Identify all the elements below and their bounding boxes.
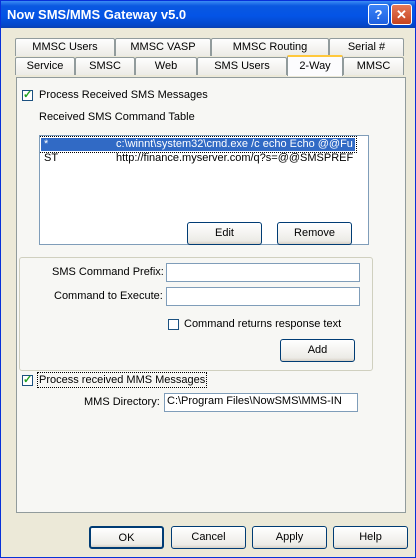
cancel-button[interactable]: Cancel bbox=[171, 526, 246, 549]
tab-sms-users[interactable]: SMS Users bbox=[197, 57, 287, 75]
process-mms-label: Process received MMS Messages bbox=[36, 372, 208, 388]
add-command-group: SMS Command Prefix: Command to Execute: … bbox=[19, 257, 373, 371]
help-title-button[interactable]: ? bbox=[368, 4, 389, 25]
row-command: c:\winnt\system32\cmd.exe /c echo Echo @… bbox=[116, 138, 353, 150]
tab-smsc[interactable]: SMSC bbox=[75, 57, 135, 75]
mms-directory-label: MMS Directory: bbox=[84, 396, 160, 408]
help-button[interactable]: Help bbox=[333, 526, 408, 549]
tab-serial[interactable]: Serial # bbox=[329, 38, 404, 56]
mms-directory-input[interactable]: C:\Program Files\NowSMS\MMS-IN bbox=[164, 393, 358, 412]
tab-mmsc-vasp[interactable]: MMSC VASP bbox=[115, 38, 211, 56]
row-command: http://finance.myserver.com/q?s=@@SMSPRE… bbox=[116, 152, 354, 164]
tab-panel-2-way: Process Received SMS Messages Received S… bbox=[16, 77, 406, 513]
process-mms-checkbox[interactable] bbox=[22, 373, 33, 386]
tab-mmsc-users[interactable]: MMSC Users bbox=[15, 38, 115, 56]
tab-web[interactable]: Web bbox=[135, 57, 197, 75]
returns-response-label: Command returns response text bbox=[184, 318, 342, 330]
row-prefix: ST bbox=[44, 152, 59, 164]
window-title: Now SMS/MMS Gateway v5.0 bbox=[7, 7, 187, 22]
tab-service[interactable]: Service bbox=[15, 57, 75, 75]
add-button[interactable]: Add bbox=[280, 339, 355, 362]
row-prefix: * bbox=[44, 138, 49, 150]
dialog-footer: OK Cancel Apply Help bbox=[1, 516, 415, 557]
prefix-label: SMS Command Prefix: bbox=[52, 266, 164, 278]
returns-response-checkbox[interactable] bbox=[168, 319, 179, 330]
list-item[interactable]: * c:\winnt\system32\cmd.exe /c echo Echo… bbox=[40, 136, 357, 153]
ok-button[interactable]: OK bbox=[89, 526, 164, 549]
main-window: Now SMS/MMS Gateway v5.0 ? ✕ MMSC Users … bbox=[0, 0, 416, 558]
apply-button[interactable]: Apply bbox=[252, 526, 327, 549]
close-button[interactable]: ✕ bbox=[391, 4, 412, 25]
list-item[interactable]: ST http://finance.myserver.com/q?s=@@SMS… bbox=[41, 152, 355, 165]
close-icon: ✕ bbox=[396, 7, 407, 22]
title-bar[interactable]: Now SMS/MMS Gateway v5.0 ? ✕ bbox=[1, 1, 415, 28]
process-sms-label: Process Received SMS Messages bbox=[39, 89, 208, 101]
execute-label: Command to Execute: bbox=[54, 290, 163, 302]
execute-input[interactable] bbox=[166, 287, 360, 306]
tab-mmsc-routing[interactable]: MMSC Routing bbox=[211, 38, 329, 56]
command-table-label: Received SMS Command Table bbox=[39, 111, 195, 123]
prefix-input[interactable] bbox=[166, 263, 360, 282]
tab-mmsc[interactable]: MMSC bbox=[343, 57, 404, 75]
process-sms-checkbox[interactable] bbox=[22, 88, 33, 101]
remove-button[interactable]: Remove bbox=[277, 222, 352, 245]
edit-button[interactable]: Edit bbox=[187, 222, 262, 245]
tab-2-way[interactable]: 2-Way bbox=[287, 55, 343, 76]
